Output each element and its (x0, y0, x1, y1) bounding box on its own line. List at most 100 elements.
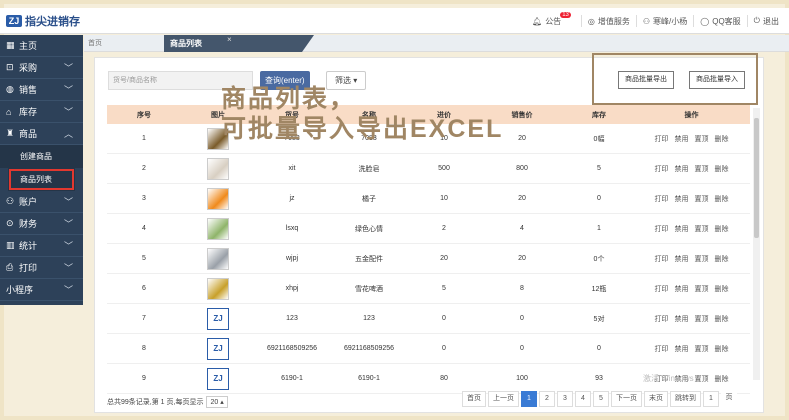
row-actions: 打印 禁用 置顶 删除 (633, 334, 750, 363)
cell-price: 4 (520, 225, 524, 232)
cell-no: 3 (142, 195, 146, 202)
row-action-link[interactable]: 删除 (715, 344, 729, 354)
row-action-link[interactable]: 置顶 (695, 194, 709, 204)
row-action-link[interactable]: 禁用 (675, 164, 689, 174)
pager-page-1[interactable]: 1 (521, 391, 537, 407)
sidebar-item-purchase[interactable]: ⊡ 采购 ﹀ (0, 57, 83, 79)
scrollbar[interactable] (753, 108, 760, 380)
row-action-link[interactable]: 删除 (715, 284, 729, 294)
row-action-link[interactable]: 禁用 (675, 344, 689, 354)
export-button[interactable]: 商品批量导出 (618, 71, 674, 89)
close-icon[interactable]: × (227, 35, 232, 44)
row-action-link[interactable]: 打印 (655, 254, 669, 264)
value-service-link[interactable]: ◎ 增值服务 (580, 15, 636, 27)
cell-stock: 0幅 (593, 135, 605, 143)
row-action-link[interactable]: 打印 (655, 314, 669, 324)
search-input[interactable]: 货号/商品名称 (108, 71, 253, 90)
row-action-link[interactable]: 置顶 (695, 134, 709, 144)
user-menu[interactable]: ⚇ 寒峰/小杨 (635, 15, 693, 27)
qq-service-link[interactable]: ◯ QQ客服 (693, 15, 746, 27)
row-action-link[interactable]: 删除 (715, 224, 729, 234)
row-action-link[interactable]: 删除 (715, 134, 729, 144)
row-action-link[interactable]: 置顶 (695, 314, 709, 324)
sidebar-item-products[interactable]: ♜ 商品 ︿ (0, 123, 83, 145)
sidebar-item-stats[interactable]: ▥ 统计 ﹀ (0, 235, 83, 257)
row-action-link[interactable]: 置顶 (695, 344, 709, 354)
product-thumbnail[interactable] (207, 277, 229, 300)
sidebar-item-sales[interactable]: ◍ 销售 ﹀ (0, 79, 83, 101)
row-action-link[interactable]: 打印 (655, 284, 669, 294)
pager-last[interactable]: 末页 (644, 391, 668, 407)
row-action-link[interactable]: 删除 (715, 194, 729, 204)
pager-page-5[interactable]: 5 (593, 391, 609, 407)
product-thumbnail[interactable] (207, 127, 229, 150)
row-actions: 打印 禁用 置顶 删除 (633, 214, 750, 243)
row-action-link[interactable]: 禁用 (675, 284, 689, 294)
table-header: 序号 图片 货号 名称 进价 销售价 库存 操作 (107, 105, 750, 124)
row-action-link[interactable]: 置顶 (695, 224, 709, 234)
row-action-link[interactable]: 禁用 (675, 224, 689, 234)
import-button[interactable]: 商品批量导入 (689, 71, 745, 89)
pager-jump-input[interactable]: 1 (703, 391, 719, 407)
cell-name: 雪花啤酒 (355, 285, 383, 293)
row-action-link[interactable]: 禁用 (675, 254, 689, 264)
placeholder-image-icon[interactable]: ZJ (207, 367, 229, 390)
sidebar-item-miniprogram[interactable]: 小程序 ﹀ (0, 279, 83, 301)
row-action-link[interactable]: 打印 (655, 134, 669, 144)
row-action-link[interactable]: 删除 (715, 374, 729, 384)
pager-page-2[interactable]: 2 (539, 391, 555, 407)
row-action-link[interactable]: 禁用 (675, 314, 689, 324)
cell-name: 6921168509256 (343, 345, 395, 352)
row-action-link[interactable]: 删除 (715, 254, 729, 264)
placeholder-image-icon[interactable]: ZJ (207, 307, 229, 330)
scroll-thumb[interactable] (754, 118, 759, 238)
cell-price: 0 (520, 315, 524, 322)
cell-cost: 10 (440, 195, 448, 202)
top-nav: 🔔︎ 公告 13 ◎ 增值服务 ⚇ 寒峰/小杨 ◯ QQ客服 ⏻ 退出 (526, 8, 785, 34)
sidebar-sub-create-product[interactable]: 创建商品 (0, 145, 83, 168)
sidebar-item-label: 销售 (19, 85, 38, 95)
logout-link[interactable]: ⏻ 退出 (746, 15, 785, 27)
sidebar-sub-product-list[interactable]: 商品列表 (8, 168, 75, 191)
pager-page-4[interactable]: 4 (575, 391, 591, 407)
row-action-link[interactable]: 置顶 (695, 254, 709, 264)
pager-next[interactable]: 下一页 (611, 391, 642, 407)
row-action-link[interactable]: 禁用 (675, 194, 689, 204)
row-action-link[interactable]: 打印 (655, 194, 669, 204)
cell-code: lsxq (285, 225, 299, 232)
row-action-link[interactable]: 打印 (655, 344, 669, 354)
row-action-link[interactable]: 置顶 (695, 284, 709, 294)
page-size-select[interactable]: 20 ▴ (206, 396, 228, 408)
sidebar-item-label: 打印 (19, 263, 38, 273)
app-logo[interactable]: ZJ 指尖进销存 (6, 13, 80, 29)
row-action-link[interactable]: 删除 (715, 164, 729, 174)
cell-name: 五金配件 (355, 255, 383, 263)
tab-home[interactable]: 首页 (88, 38, 102, 48)
pager-first[interactable]: 首页 (462, 391, 486, 407)
sidebar-item-inventory[interactable]: ⌂ 库存 ﹀ (0, 101, 83, 123)
sidebar-item-finance[interactable]: ⊙ 财务 ﹀ (0, 213, 83, 235)
row-action-link[interactable]: 打印 (655, 224, 669, 234)
row-action-link[interactable]: 禁用 (675, 134, 689, 144)
cell-cost: 0 (442, 315, 446, 322)
query-button[interactable]: 查询(enter) (260, 71, 310, 90)
row-action-link[interactable]: 删除 (715, 314, 729, 324)
user-icon: ⚇ (642, 16, 651, 26)
sidebar-item-accounts[interactable]: ⚇ 账户 ﹀ (0, 191, 83, 213)
announcement-link[interactable]: 🔔︎ 公告 13 (526, 12, 581, 27)
row-action-link[interactable]: 置顶 (695, 374, 709, 384)
pager-page-3[interactable]: 3 (557, 391, 573, 407)
filter-button[interactable]: 筛选 ▾ (326, 71, 367, 90)
row-action-link[interactable]: 打印 (655, 164, 669, 174)
sidebar-item-label: 库存 (19, 107, 38, 117)
product-thumbnail[interactable] (207, 217, 229, 240)
sidebar-item-home[interactable]: ▦ 主页 (0, 35, 83, 57)
product-thumbnail[interactable] (207, 187, 229, 210)
tab-product-list[interactable]: 商品列表 (164, 35, 314, 52)
product-thumbnail[interactable] (207, 157, 229, 180)
pager-prev[interactable]: 上一页 (488, 391, 519, 407)
placeholder-image-icon[interactable]: ZJ (207, 337, 229, 360)
row-action-link[interactable]: 置顶 (695, 164, 709, 174)
sidebar-item-print[interactable]: ⎙ 打印 ﹀ (0, 257, 83, 279)
product-thumbnail[interactable] (207, 247, 229, 270)
